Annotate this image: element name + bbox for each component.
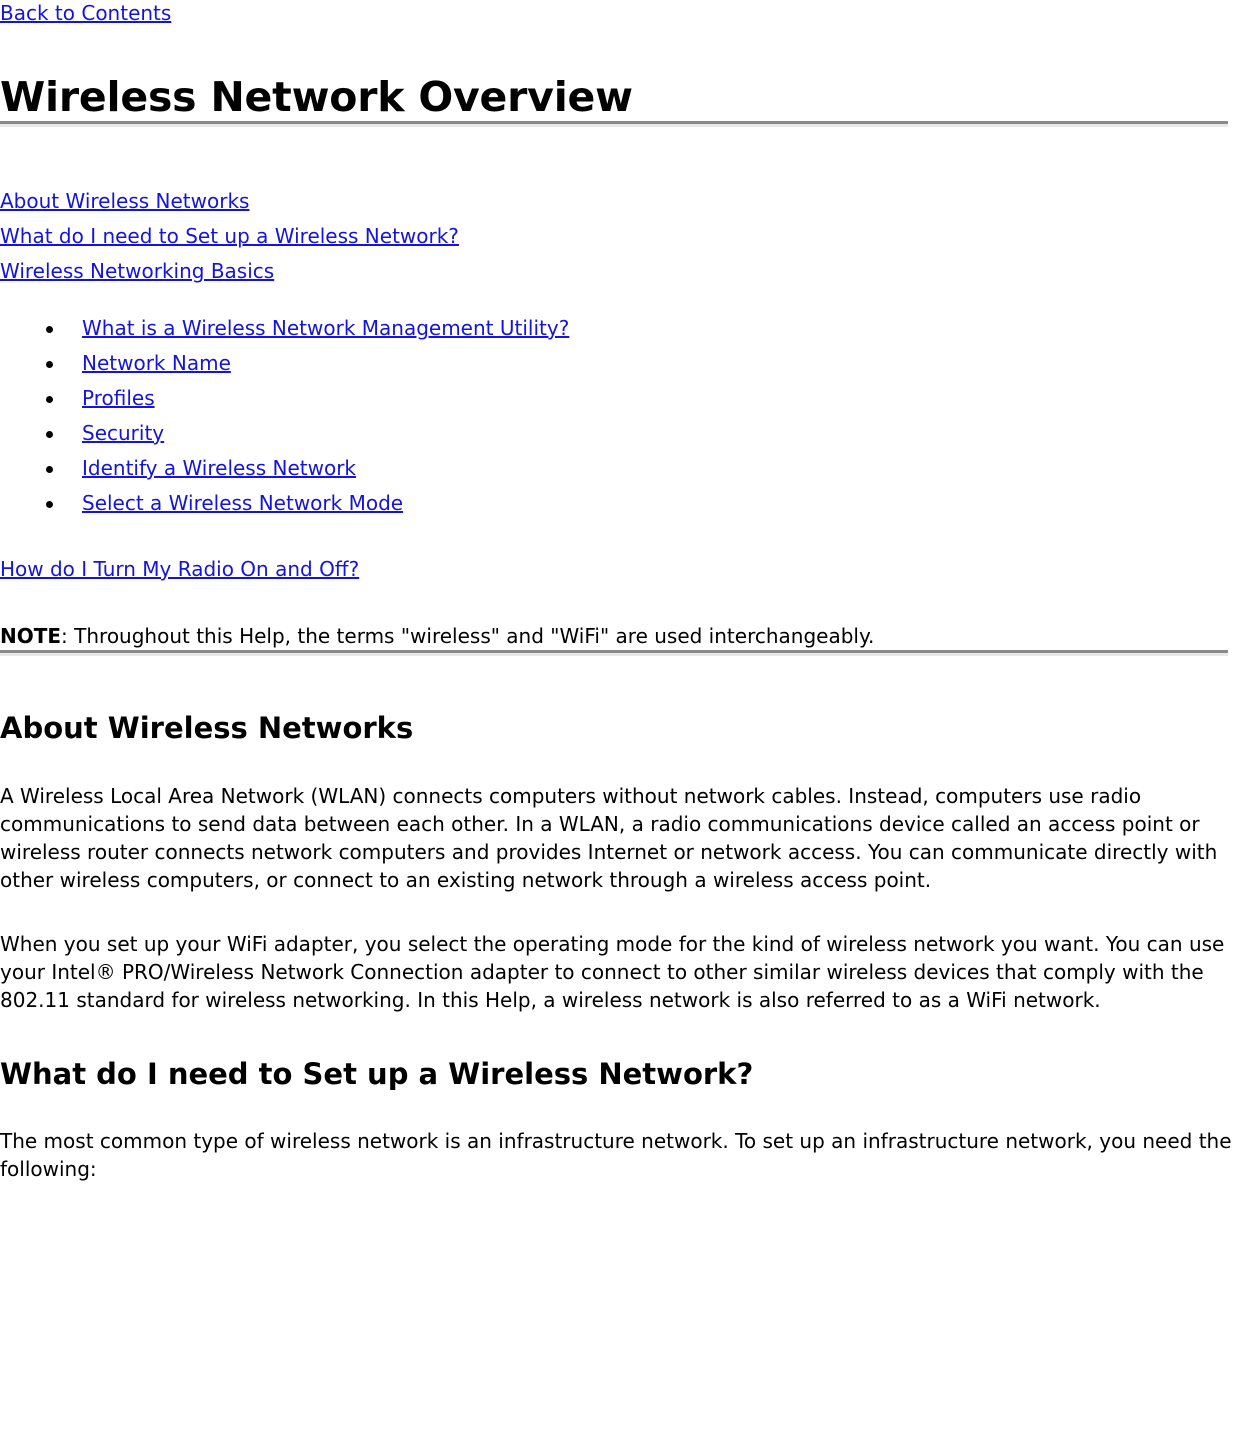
paragraph-wifi-adapter-setup: When you set up your WiFi adapter, you s…	[0, 932, 1225, 1012]
bullet-icon	[46, 325, 53, 333]
horizontal-rule-top	[0, 121, 1228, 127]
bullet-icon	[46, 430, 53, 438]
section-heading-what-do-i-need: What do I need to Set up a Wireless Netw…	[0, 1057, 754, 1091]
toc-link-network-name[interactable]: Network Name	[82, 346, 1233, 381]
list-item: Network Name	[0, 346, 1233, 381]
paragraph-wlan-intro: A Wireless Local Area Network (WLAN) con…	[0, 784, 1218, 892]
back-to-contents-link[interactable]: Back to Contents	[0, 0, 1233, 27]
toc-link-identify-a-wireless-network[interactable]: Identify a Wireless Network	[82, 451, 1233, 486]
bullet-icon	[46, 500, 53, 508]
paragraph-infrastructure-network: The most common type of wireless network…	[0, 1129, 1232, 1181]
toc-sub-list: What is a Wireless Network Management Ut…	[0, 311, 1233, 521]
bullet-icon	[46, 360, 53, 368]
help-document-page: Back to Contents Wireless Network Overvi…	[0, 0, 1233, 1183]
section-heading-about-wireless-networks: About Wireless Networks	[0, 711, 414, 745]
back-to-contents-container: Back to Contents	[0, 0, 1233, 27]
toc-link-select-a-wireless-network-mode[interactable]: Select a Wireless Network Mode	[82, 486, 1233, 521]
toc-link-profiles[interactable]: Profiles	[82, 381, 1233, 416]
bullet-icon	[46, 465, 53, 473]
radio-link-container: How do I Turn My Radio On and Off?	[0, 554, 1233, 584]
page-title: Wireless Network Overview	[0, 73, 633, 121]
list-item: What is a Wireless Network Management Ut…	[0, 311, 1233, 346]
note-text: : Throughout this Help, the terms "wirel…	[61, 624, 875, 648]
note-paragraph: NOTE: Throughout this Help, the terms "w…	[0, 622, 1233, 650]
list-item: Select a Wireless Network Mode	[0, 486, 1233, 521]
bullet-icon	[46, 395, 53, 403]
toc-link-turn-radio-on-off[interactable]: How do I Turn My Radio On and Off?	[0, 554, 1233, 584]
toc-link-about-wireless-networks[interactable]: About Wireless Networks	[0, 184, 1233, 219]
table-of-contents: About Wireless Networks What do I need t…	[0, 184, 1233, 584]
horizontal-rule-middle	[0, 650, 1228, 656]
note-label: NOTE	[0, 624, 62, 648]
toc-link-what-do-i-need[interactable]: What do I need to Set up a Wireless Netw…	[0, 219, 1233, 254]
list-item: Identify a Wireless Network	[0, 451, 1233, 486]
list-item: Profiles	[0, 381, 1233, 416]
toc-link-management-utility[interactable]: What is a Wireless Network Management Ut…	[82, 311, 1233, 346]
list-item: Security	[0, 416, 1233, 451]
toc-link-wireless-networking-basics[interactable]: Wireless Networking Basics	[0, 254, 1233, 289]
toc-link-security[interactable]: Security	[82, 416, 1233, 451]
